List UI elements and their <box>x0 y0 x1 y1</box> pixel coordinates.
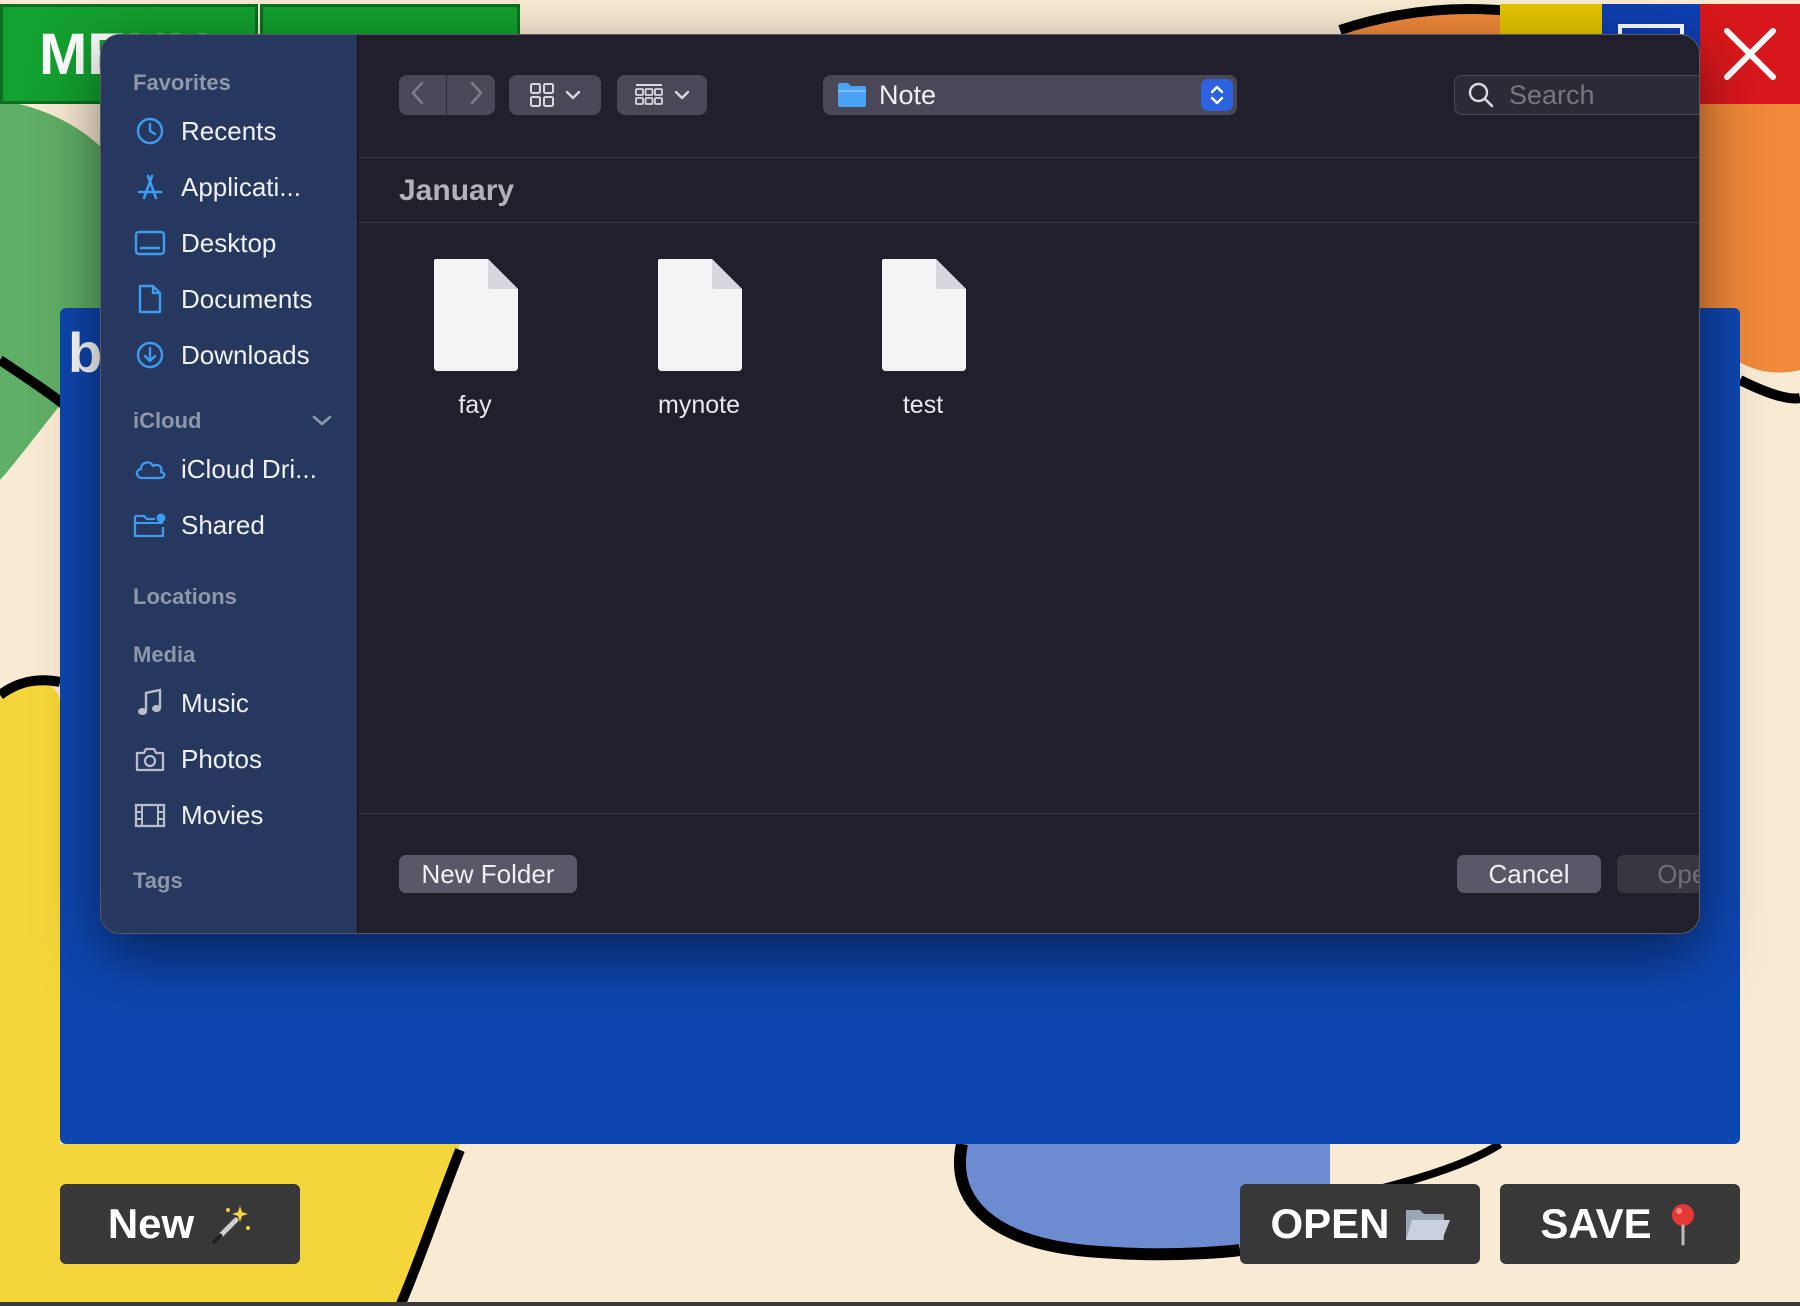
folder-icon <box>838 83 866 107</box>
search-input[interactable] <box>1509 79 1699 111</box>
applications-icon <box>133 170 167 204</box>
document-icon <box>658 259 742 371</box>
file-item[interactable]: mynote <box>619 257 779 420</box>
sidebar-item-label: Downloads <box>181 339 310 370</box>
file-item[interactable]: test <box>843 257 1003 420</box>
view-mode-button[interactable] <box>509 75 601 115</box>
open-button[interactable]: OPEN <box>1240 1184 1480 1264</box>
sidebar-section-media: Media <box>133 642 196 667</box>
sidebar-item-photos[interactable]: Photos <box>101 731 357 787</box>
sidebar-section-icloud[interactable]: iCloud <box>101 401 357 441</box>
updown-chevron-icon <box>1210 85 1224 105</box>
document-icon <box>133 282 167 316</box>
sidebar-item-movies[interactable]: Movies <box>101 787 357 843</box>
close-button[interactable] <box>1700 4 1800 104</box>
magic-wand-icon <box>211 1206 251 1245</box>
music-note-icon <box>133 686 167 720</box>
sidebar-item-icloud-drive[interactable]: iCloud Dri... <box>101 441 357 497</box>
sidebar-item-label: Recents <box>181 115 277 146</box>
chevron-down-icon <box>565 90 581 100</box>
sidebar-item-recents[interactable]: Recents <box>101 103 357 159</box>
file-item[interactable]: fay <box>395 257 555 420</box>
dialog-main: Note January fay mynote test <box>359 35 1699 933</box>
group-header: January <box>359 159 1699 223</box>
sidebar-item-label: Movies <box>181 799 264 830</box>
save-button-label: SAVE <box>1540 1200 1652 1247</box>
search-icon <box>1468 82 1494 108</box>
file-name: mynote <box>658 391 740 419</box>
chevron-down-icon <box>674 90 690 100</box>
sidebar-item-music[interactable]: Music <box>101 675 357 731</box>
folder-open-icon <box>1405 1210 1450 1240</box>
forward-button[interactable] <box>466 79 486 112</box>
sidebar-item-applications[interactable]: Applicati... <box>101 159 357 215</box>
cloud-icon <box>133 452 167 486</box>
chevron-right-icon <box>470 81 483 104</box>
location-popup[interactable]: Note <box>823 75 1237 115</box>
chevron-down-icon <box>312 415 332 426</box>
location-stepper[interactable] <box>1201 79 1233 111</box>
sidebar-section-favorites: Favorites <box>133 70 231 95</box>
sidebar-item-label: Desktop <box>181 227 277 258</box>
note-panel-text: b <box>68 321 103 384</box>
open-file-dialog: Favorites Recents Applicati... Desktop D… <box>100 34 1700 934</box>
open-button-label: OPEN <box>1270 1200 1390 1247</box>
sidebar-item-shared[interactable]: Shared <box>101 497 357 553</box>
document-icon <box>434 259 518 371</box>
cancel-button[interactable]: Cancel <box>1457 855 1601 893</box>
sidebar-item-label: iCloud Dri... <box>181 453 317 484</box>
close-icon <box>1724 28 1776 80</box>
location-label: Note <box>879 79 937 110</box>
sidebar-item-label: Music <box>181 687 249 718</box>
sidebar-item-label: Documents <box>181 283 313 314</box>
sidebar-item-documents[interactable]: Documents <box>101 271 357 327</box>
sidebar-item-label: Applicati... <box>181 171 301 202</box>
new-button[interactable]: New <box>60 1184 300 1264</box>
dialog-toolbar: Note <box>359 35 1699 158</box>
document-icon <box>882 259 966 371</box>
dialog-footer: New Folder Cancel Open <box>359 813 1699 933</box>
download-icon <box>133 338 167 372</box>
desktop-icon <box>133 226 167 260</box>
sidebar-item-downloads[interactable]: Downloads <box>101 327 357 383</box>
open-file-button[interactable]: Open <box>1617 855 1699 893</box>
new-button-label: New <box>107 1200 195 1247</box>
back-button[interactable] <box>408 79 428 112</box>
pushpin-icon <box>1671 1204 1694 1246</box>
group-grid-icon <box>635 84 663 105</box>
icon-grid-icon <box>530 83 554 107</box>
sidebar-item-label: Photos <box>181 743 262 774</box>
sidebar-section-locations: Locations <box>133 584 237 609</box>
dialog-sidebar: Favorites Recents Applicati... Desktop D… <box>101 35 358 933</box>
search-field[interactable] <box>1454 75 1699 115</box>
navigation-buttons <box>399 75 495 115</box>
film-icon <box>133 798 167 832</box>
save-button[interactable]: SAVE <box>1500 1184 1740 1264</box>
sidebar-section-tags: Tags <box>133 868 183 893</box>
chevron-left-icon <box>411 81 424 104</box>
camera-icon <box>133 742 167 776</box>
new-folder-button[interactable]: New Folder <box>399 855 577 893</box>
shared-folder-icon <box>133 508 167 542</box>
clock-icon <box>133 114 167 148</box>
file-name: fay <box>458 391 492 419</box>
sidebar-section-icloud-label: iCloud <box>133 408 202 433</box>
file-name: test <box>902 391 944 419</box>
sidebar-item-desktop[interactable]: Desktop <box>101 215 357 271</box>
sidebar-item-label: Shared <box>181 509 265 540</box>
group-by-button[interactable] <box>617 75 707 115</box>
